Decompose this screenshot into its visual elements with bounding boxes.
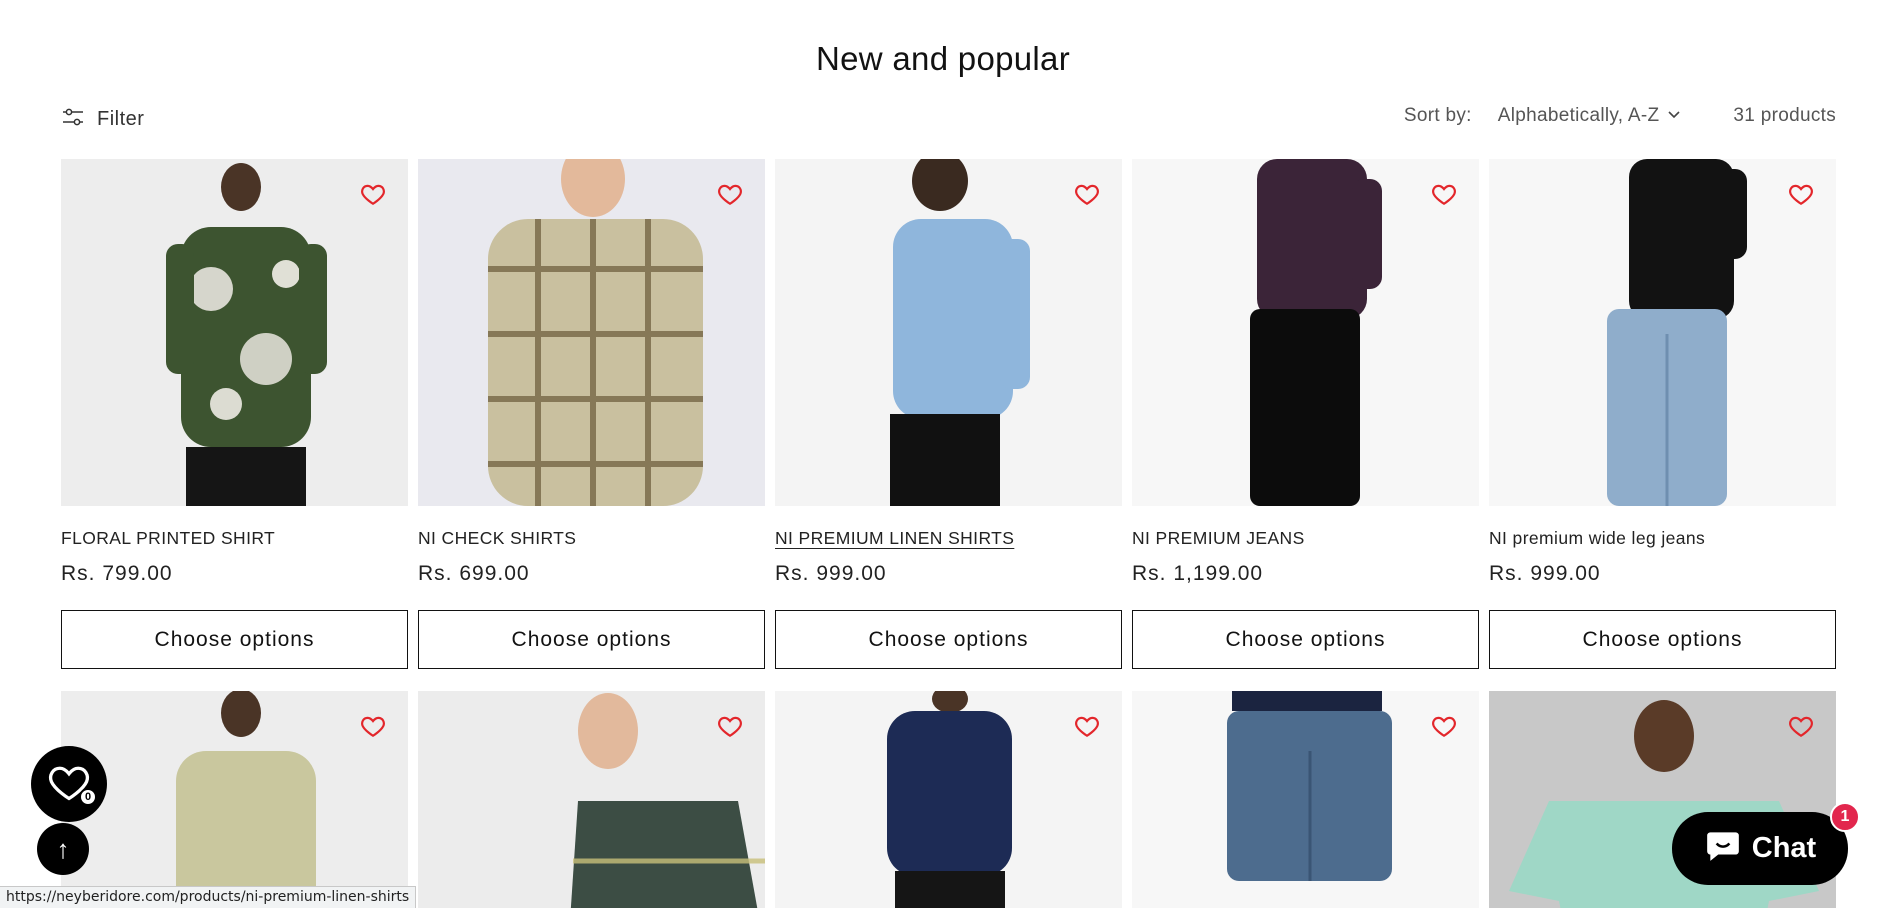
sort-label: Sort by: bbox=[1403, 105, 1472, 126]
product-image[interactable] bbox=[418, 159, 765, 506]
wishlist-heart-icon[interactable] bbox=[1788, 713, 1814, 739]
product-count: 31 products bbox=[1733, 105, 1836, 126]
product-price: Rs. 799.00 bbox=[61, 562, 173, 585]
status-bar-url: https://neyberidore.com/products/ni-prem… bbox=[0, 886, 417, 908]
sort-value: Alphabetically, A-Z bbox=[1497, 105, 1660, 126]
wishlist-heart-icon[interactable] bbox=[360, 713, 386, 739]
product-card bbox=[418, 691, 765, 908]
product-photo-wide-leg-jeans bbox=[1489, 159, 1836, 506]
chat-button[interactable]: Chat 1 bbox=[1672, 802, 1860, 885]
product-image[interactable] bbox=[1132, 159, 1479, 506]
product-photo-floral-shirt bbox=[61, 159, 408, 506]
wishlist-heart-icon[interactable] bbox=[1074, 713, 1100, 739]
wishlist-heart-icon[interactable] bbox=[1074, 181, 1100, 207]
product-image[interactable] bbox=[775, 691, 1122, 908]
wishlist-heart-icon[interactable] bbox=[717, 713, 743, 739]
product-card: NI PREMIUM LINEN SHIRTS Rs. 999.00 Choos… bbox=[775, 159, 1122, 669]
product-image[interactable] bbox=[1489, 159, 1836, 506]
product-photo-navy-shirt bbox=[775, 691, 1122, 908]
wishlist-floating-button[interactable]: 0 bbox=[31, 746, 107, 822]
product-card bbox=[775, 691, 1122, 908]
product-card bbox=[1132, 691, 1479, 908]
chevron-down-icon bbox=[1667, 105, 1681, 127]
filter-label: Filter bbox=[97, 108, 145, 130]
product-image[interactable] bbox=[418, 691, 765, 908]
product-title[interactable]: NI CHECK SHIRTS bbox=[418, 528, 765, 550]
choose-options-button[interactable]: Choose options bbox=[1489, 610, 1836, 669]
product-photo-premium-jeans bbox=[1132, 159, 1479, 506]
product-price: Rs. 999.00 bbox=[775, 562, 887, 585]
product-price: Rs. 699.00 bbox=[418, 562, 530, 585]
page-title: New and popular bbox=[816, 40, 1070, 77]
product-image[interactable] bbox=[775, 159, 1122, 506]
wishlist-count-badge: 0 bbox=[79, 788, 97, 806]
product-grid: FLORAL PRINTED SHIRT Rs. 799.00 Choose o… bbox=[61, 159, 1836, 908]
product-title[interactable]: FLORAL PRINTED SHIRT bbox=[61, 528, 408, 550]
chat-bubble-icon bbox=[1704, 826, 1742, 872]
product-title[interactable]: NI PREMIUM LINEN SHIRTS bbox=[775, 528, 1122, 550]
product-photo-linen-shirt bbox=[775, 159, 1122, 506]
product-title[interactable]: NI premium wide leg jeans bbox=[1489, 528, 1836, 550]
product-title[interactable]: NI PREMIUM JEANS bbox=[1132, 528, 1479, 550]
product-photo-check-shirt bbox=[418, 159, 765, 506]
product-card: FLORAL PRINTED SHIRT Rs. 799.00 Choose o… bbox=[61, 159, 408, 669]
back-to-top-button[interactable]: ↑ bbox=[37, 823, 89, 875]
product-card: NI PREMIUM JEANS Rs. 1,199.00 Choose opt… bbox=[1132, 159, 1479, 669]
wishlist-heart-icon[interactable] bbox=[360, 181, 386, 207]
product-card bbox=[61, 691, 408, 908]
product-photo-denim-shorts bbox=[1132, 691, 1479, 908]
product-image[interactable] bbox=[61, 691, 408, 908]
choose-options-button[interactable]: Choose options bbox=[1132, 610, 1479, 669]
wishlist-heart-icon[interactable] bbox=[1431, 181, 1457, 207]
filter-icon bbox=[61, 105, 85, 134]
wishlist-heart-icon[interactable] bbox=[717, 181, 743, 207]
product-photo-olive-shirt bbox=[61, 691, 408, 908]
sort-bar: Sort by: Alphabetically, A-Z 31 products bbox=[1404, 105, 1836, 127]
chat-label: Chat bbox=[1751, 832, 1817, 864]
sort-select[interactable]: Alphabetically, A-Z bbox=[1498, 105, 1682, 127]
product-price: Rs. 999.00 bbox=[1489, 562, 1601, 585]
choose-options-button[interactable]: Choose options bbox=[775, 610, 1122, 669]
choose-options-button[interactable]: Choose options bbox=[418, 610, 765, 669]
product-image[interactable] bbox=[1132, 691, 1479, 908]
product-card: NI premium wide leg jeans Rs. 999.00 Cho… bbox=[1489, 159, 1836, 669]
wishlist-heart-icon[interactable] bbox=[1788, 181, 1814, 207]
filter-toggle[interactable]: Filter bbox=[61, 105, 144, 134]
wishlist-heart-icon[interactable] bbox=[1431, 713, 1457, 739]
chat-unread-badge: 1 bbox=[1830, 802, 1860, 832]
product-photo-green-check-shirt bbox=[418, 691, 765, 908]
product-card: NI CHECK SHIRTS Rs. 699.00 Choose option… bbox=[418, 159, 765, 669]
product-price: Rs. 1,199.00 bbox=[1132, 562, 1264, 585]
product-image[interactable] bbox=[61, 159, 408, 506]
choose-options-button[interactable]: Choose options bbox=[61, 610, 408, 669]
